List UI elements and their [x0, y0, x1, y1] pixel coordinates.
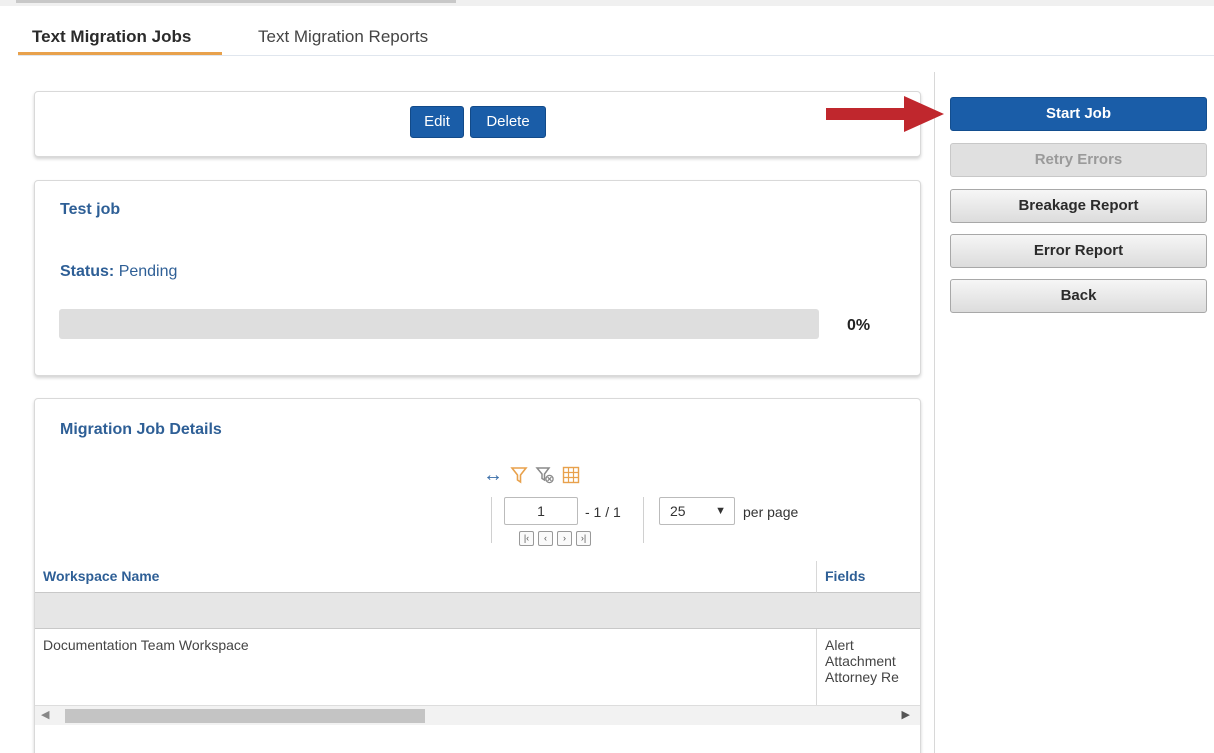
migration-job-details-card: Migration Job Details ↔ - 1 / 1 25 ▼ per… — [34, 398, 921, 753]
per-page-label: per page — [743, 504, 799, 520]
table-cell-fields: Alert Attachment Attorney Re — [817, 629, 920, 711]
progress-percent: 0% — [847, 317, 871, 334]
details-table: Workspace Name Fields Documentation Team… — [35, 561, 920, 711]
job-name: Test job — [60, 201, 121, 218]
pager-separator — [491, 497, 492, 543]
scroll-right-icon[interactable]: ▶ — [902, 708, 910, 721]
sidebar-divider — [934, 72, 935, 753]
tab-text-migration-jobs[interactable]: Text Migration Jobs — [18, 22, 222, 55]
column-header-fields[interactable]: Fields — [817, 561, 920, 593]
field-item: Attachment — [825, 653, 896, 669]
first-page-icon[interactable]: |‹ — [519, 531, 534, 546]
arrow-head — [904, 96, 944, 132]
horizontal-scrollbar[interactable]: ◀ ▶ — [35, 705, 920, 725]
job-status-card: Test job Status: Pending 0% — [34, 180, 921, 376]
arrow-shaft — [826, 108, 906, 120]
error-report-button[interactable]: Error Report — [950, 234, 1207, 268]
next-page-icon[interactable]: › — [557, 531, 572, 546]
filter-row[interactable] — [35, 593, 920, 629]
start-job-button[interactable]: Start Job — [950, 97, 1207, 131]
job-status: Status: Pending — [60, 263, 177, 281]
tab-text-migration-reports[interactable]: Text Migration Reports — [240, 22, 470, 55]
back-button[interactable]: Back — [950, 279, 1207, 313]
job-actions-card: Edit Delete — [34, 91, 921, 157]
edit-button[interactable]: Edit — [410, 106, 464, 138]
retry-errors-button: Retry Errors — [950, 143, 1207, 177]
resize-columns-icon[interactable]: ↔ — [483, 465, 505, 487]
page-size-value: 25 — [670, 503, 686, 519]
filter-icon[interactable] — [509, 465, 531, 487]
page-number-input[interactable] — [504, 497, 578, 525]
details-title: Migration Job Details — [60, 421, 222, 438]
top-strip — [0, 0, 1214, 6]
pager-separator — [643, 497, 644, 543]
pager: - 1 / 1 25 ▼ per page |‹ ‹ › ›| — [485, 493, 825, 553]
page-size-select[interactable]: 25 ▼ — [659, 497, 735, 525]
prev-page-icon[interactable]: ‹ — [538, 531, 553, 546]
status-label: Status: — [60, 263, 115, 280]
progress-bar — [59, 309, 819, 339]
table-cell-workspace: Documentation Team Workspace — [35, 629, 817, 711]
tab-bar: Text Migration Jobs Text Migration Repor… — [18, 22, 1214, 56]
app-window: Text Migration Jobs Text Migration Repor… — [0, 0, 1214, 753]
column-header-workspace-name[interactable]: Workspace Name — [35, 561, 817, 593]
chevron-down-icon: ▼ — [715, 505, 726, 517]
clear-filter-icon[interactable] — [535, 465, 557, 487]
field-item: Alert — [825, 637, 854, 653]
field-item: Attorney Re — [825, 669, 899, 685]
page-of-total: - 1 / 1 — [585, 504, 621, 520]
scroll-left-icon[interactable]: ◀ — [41, 708, 49, 721]
column-grid-icon[interactable] — [561, 465, 583, 487]
scrollbar-thumb[interactable] — [65, 709, 425, 723]
delete-button[interactable]: Delete — [470, 106, 546, 138]
status-value: Pending — [118, 263, 178, 280]
last-page-icon[interactable]: ›| — [576, 531, 591, 546]
red-arrow-annotation-icon — [826, 96, 944, 132]
breakage-report-button[interactable]: Breakage Report — [950, 189, 1207, 223]
